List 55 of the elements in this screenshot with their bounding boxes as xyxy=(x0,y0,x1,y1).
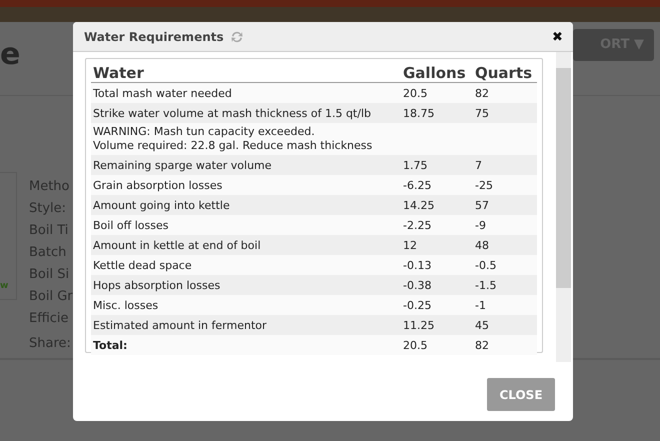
column-header: Water xyxy=(92,64,145,82)
table-cell-text: -25 xyxy=(475,178,494,192)
field-label: Style: xyxy=(29,200,68,218)
table-cell-text: Misc. losses xyxy=(92,298,160,312)
table-cell-text: 12 xyxy=(403,238,418,252)
table-cell-text: 45 xyxy=(475,318,490,332)
table-cell-text: Remaining sparge water volume xyxy=(92,158,273,172)
table-cell-text: Estimated amount in fermentor xyxy=(92,318,268,332)
table-cell-text: -0.38 xyxy=(403,278,432,292)
table-cell-text: 82 xyxy=(475,86,490,100)
table-cell-text: Total: xyxy=(92,338,128,352)
field-label: Batch xyxy=(29,244,68,262)
page-heading: e xyxy=(0,37,20,72)
table-cell-text: -0.5 xyxy=(475,258,498,272)
table-cell-text: Amount going into kettle xyxy=(92,198,231,212)
table-cell-text: Amount in kettle at end of boil xyxy=(92,238,262,252)
table-cell-text: -9 xyxy=(475,218,487,232)
panel-label: w xyxy=(0,281,8,291)
dialog-title: Water Requirements xyxy=(84,30,224,44)
table-cell-text: Kettle dead space xyxy=(92,258,193,272)
column-header: Quarts xyxy=(475,64,534,82)
table-cell-text: 1.75 xyxy=(403,158,428,172)
table-cell-text: Strike water volume at mash thickness of 1.5 qt/lb xyxy=(92,106,372,120)
table-cell-text: -0.25 xyxy=(403,298,432,312)
column-header: Gallons xyxy=(403,64,467,82)
table-cell-text: -1.5 xyxy=(475,278,498,292)
table-cell-text: 48 xyxy=(475,238,490,252)
warning-text: WARNING: Mash tun capacity exceeded. xyxy=(93,125,316,139)
table-cell-text: Grain absorption losses xyxy=(92,178,224,192)
field-label: Metho xyxy=(29,178,71,196)
field-label: Efficie xyxy=(29,310,70,328)
table-cell-text: Boil off losses xyxy=(92,218,170,232)
table-cell-text: 11.25 xyxy=(403,318,436,332)
warning-text: Volume required: 22.8 gal. Reduce mash thickness xyxy=(93,139,374,153)
table-cell-text: 20.5 xyxy=(403,338,428,352)
field-label: Boil Si xyxy=(29,266,70,284)
table-cell-text: Total mash water needed xyxy=(92,86,233,100)
table-cell-text: 57 xyxy=(475,198,490,212)
table-cell-text: 20.5 xyxy=(403,86,428,100)
table-cell-text: -0.13 xyxy=(403,258,432,272)
table-cell-text: 14.25 xyxy=(403,198,436,212)
table-cell-text: 18.75 xyxy=(403,106,436,120)
table-cell-text: 75 xyxy=(475,106,490,120)
table-cell-text: -6.25 xyxy=(403,178,432,192)
field-label: Boil Gr xyxy=(29,288,73,306)
close-button[interactable]: ✖ xyxy=(552,29,563,44)
table-cell-text: 82 xyxy=(475,338,490,352)
table-cell-text: 7 xyxy=(475,158,483,172)
table-cell-text: -2.25 xyxy=(403,218,432,232)
refresh-icon[interactable] xyxy=(230,30,244,44)
share-label: Share: xyxy=(29,335,72,353)
table-cell-text: -1 xyxy=(475,298,487,312)
field-label: Boil Ti xyxy=(29,222,70,240)
close-button[interactable]: CLOSE xyxy=(487,378,555,411)
table-cell-text: Hops absorption losses xyxy=(92,278,222,292)
